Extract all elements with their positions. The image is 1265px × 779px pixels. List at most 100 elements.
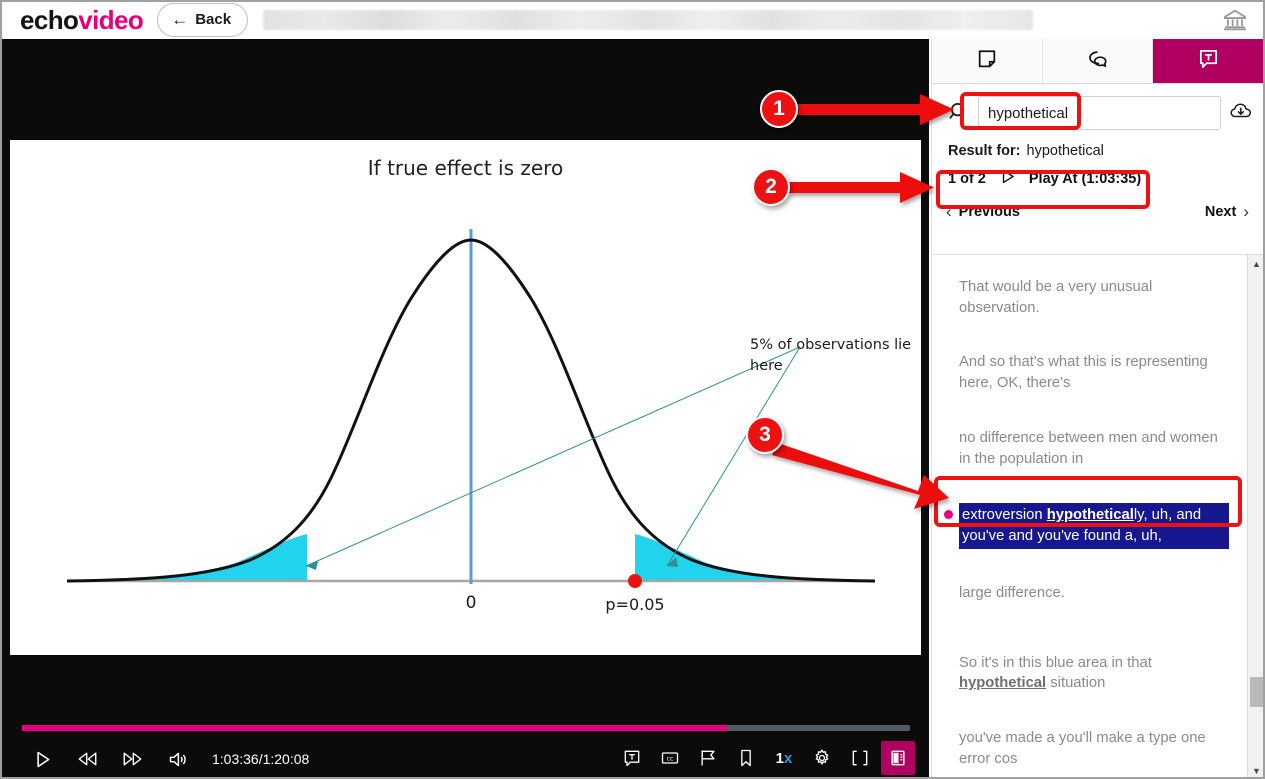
transcript-scrollbar[interactable]: ▲ ▼ xyxy=(1247,255,1263,777)
transcript-scroll-area: That would be a very unusual observation… xyxy=(932,254,1263,777)
scroll-down-icon[interactable]: ▼ xyxy=(1248,762,1263,777)
speed-number: 1 xyxy=(775,749,784,767)
transcript-bullet xyxy=(944,359,953,368)
play-icon[interactable] xyxy=(24,741,60,777)
player-controls-right: cc 1x xyxy=(615,741,915,775)
sidebar-toggle-icon[interactable] xyxy=(881,741,915,775)
search-icon[interactable] xyxy=(948,100,970,127)
chevron-right-icon: › xyxy=(1243,202,1249,221)
transcript-text: extroversion hypothetically, uh, and you… xyxy=(959,503,1229,549)
transcript-list: That would be a very unusual observation… xyxy=(932,255,1247,777)
transcript-bullet xyxy=(944,590,953,599)
back-button[interactable]: ← Back xyxy=(157,2,249,37)
result-count: 1 of 2 xyxy=(948,170,986,187)
logo-echo-text: echo xyxy=(20,4,79,35)
top-bar: echovideo ← Back xyxy=(2,2,1263,37)
result-navigation: ‹ Previous Next › xyxy=(946,202,1249,222)
list-item[interactable]: So it's in this blue area in that hypoth… xyxy=(932,653,1247,694)
normal-distribution-chart: 0 p=0.05 xyxy=(66,229,876,614)
chart-annotation-label: 5% of observations lie here xyxy=(750,337,912,375)
transcript-text: no difference between men and women in t… xyxy=(959,429,1218,467)
transcript-bubble-icon xyxy=(1197,47,1220,75)
next-result-button[interactable]: Next › xyxy=(1205,202,1249,222)
zero-axis-label: 0 xyxy=(466,593,477,613)
previous-result-button[interactable]: ‹ Previous xyxy=(946,202,1020,222)
tab-discussions[interactable] xyxy=(1042,39,1154,83)
result-for-line: Result for: hypothetical xyxy=(948,143,1263,159)
progress-bar-track[interactable] xyxy=(22,725,910,731)
p-value-marker xyxy=(628,574,642,588)
list-item[interactable]: large difference. xyxy=(932,583,1247,619)
annotation-leader-right xyxy=(666,346,801,567)
bookmark-icon[interactable] xyxy=(729,741,763,775)
transcript-text: And so that's what this is representing … xyxy=(959,354,1208,392)
time-display: 1:03:36/1:20:08 xyxy=(212,751,310,767)
list-item[interactable]: you've made a you'll make a type one err… xyxy=(932,728,1247,769)
transcript-bullet xyxy=(944,735,953,744)
bank-icon[interactable] xyxy=(1221,6,1249,34)
annotation-arrowhead-left xyxy=(306,561,318,570)
note-page-icon xyxy=(976,48,998,75)
video-player[interactable]: If true effect is zero 0 p=0.05 5% of ob… xyxy=(2,39,929,777)
annotation-badge-1: 1 xyxy=(760,90,798,128)
transcript-text: So it's in this blue area in that hypoth… xyxy=(959,653,1229,694)
transcript-search-match: hypothetical xyxy=(959,675,1047,692)
tab-notes[interactable] xyxy=(932,39,1043,83)
cloud-download-icon[interactable] xyxy=(1229,99,1253,128)
transcript-bullet xyxy=(944,510,953,520)
back-button-label: Back xyxy=(195,11,232,28)
gear-icon[interactable] xyxy=(805,741,839,775)
transcript-bullet xyxy=(944,435,953,444)
progress-bar-fill xyxy=(22,725,728,731)
transcript-search-match: hypothetical xyxy=(1046,507,1134,524)
annotation-badge-2: 2 xyxy=(752,168,790,206)
logo-video-text: video xyxy=(78,4,144,35)
transcript-text: That would be a very unusual observation… xyxy=(959,279,1153,316)
selected-transcript-line[interactable]: extroversion hypothetically, uh, and you… xyxy=(932,503,1247,549)
lecture-slide: If true effect is zero 0 p=0.05 5% of ob… xyxy=(10,140,921,655)
next-label: Next xyxy=(1204,204,1237,220)
annotation-badge-3: 3 xyxy=(746,416,784,454)
transcript-text: large difference. xyxy=(959,584,1065,601)
list-item[interactable]: And so that's what this is representing … xyxy=(932,352,1247,393)
list-item[interactable]: That would be a very unusual observation… xyxy=(932,277,1247,318)
transcript-text-post: situation xyxy=(1046,675,1106,692)
speed-x: x xyxy=(784,749,793,767)
result-for-label: Result for: xyxy=(948,143,1021,159)
play-at-result-row[interactable]: 1 of 2 Play At (1:03:35) xyxy=(948,167,1263,190)
transcript-text-pre: extroversion xyxy=(962,507,1047,524)
play-at-label[interactable]: Play At (1:03:35) xyxy=(1029,171,1141,187)
transcript-bullet xyxy=(944,284,953,293)
annotation-leader-left xyxy=(305,346,801,567)
fast-forward-icon[interactable] xyxy=(114,741,150,777)
annotation-badge-2-number: 2 xyxy=(765,175,777,198)
playback-speed-button[interactable]: 1x xyxy=(767,741,801,775)
svg-text:cc: cc xyxy=(667,756,674,763)
result-for-query: hypothetical xyxy=(1026,143,1104,159)
chevron-left-icon: ‹ xyxy=(946,202,952,221)
annotation-badge-3-number: 3 xyxy=(759,423,771,446)
player-controls-left: 1:03:36/1:20:08 xyxy=(24,741,309,777)
transcript-text: you've made a you'll make a type one err… xyxy=(959,730,1206,767)
scrollbar-thumb[interactable] xyxy=(1250,677,1263,707)
flag-icon[interactable] xyxy=(691,741,725,775)
annotation-badge-1-number: 1 xyxy=(773,97,785,120)
volume-icon[interactable] xyxy=(159,741,195,777)
chat-bubbles-icon xyxy=(1085,48,1110,75)
scroll-up-icon[interactable]: ▲ xyxy=(1248,255,1263,272)
list-item[interactable]: no difference between men and women in t… xyxy=(932,428,1247,469)
echovideo-logo[interactable]: echovideo xyxy=(20,4,144,35)
previous-label: Previous xyxy=(958,204,1020,220)
panel-tabs xyxy=(932,39,1263,84)
tab-transcript[interactable] xyxy=(1153,39,1263,83)
play-triangle-icon[interactable] xyxy=(998,167,1017,190)
rewind-icon[interactable] xyxy=(69,741,105,777)
right-sidebar-panel: Result for: hypothetical 1 of 2 Play At (… xyxy=(931,39,1263,777)
fullscreen-icon[interactable] xyxy=(843,741,877,775)
transcript-search-row xyxy=(932,84,1263,130)
back-arrow-icon: ← xyxy=(171,10,189,29)
search-input[interactable] xyxy=(978,96,1221,130)
transcript-icon[interactable] xyxy=(615,741,649,775)
cc-icon[interactable]: cc xyxy=(653,741,687,775)
p-axis-label: p=0.05 xyxy=(605,595,664,614)
